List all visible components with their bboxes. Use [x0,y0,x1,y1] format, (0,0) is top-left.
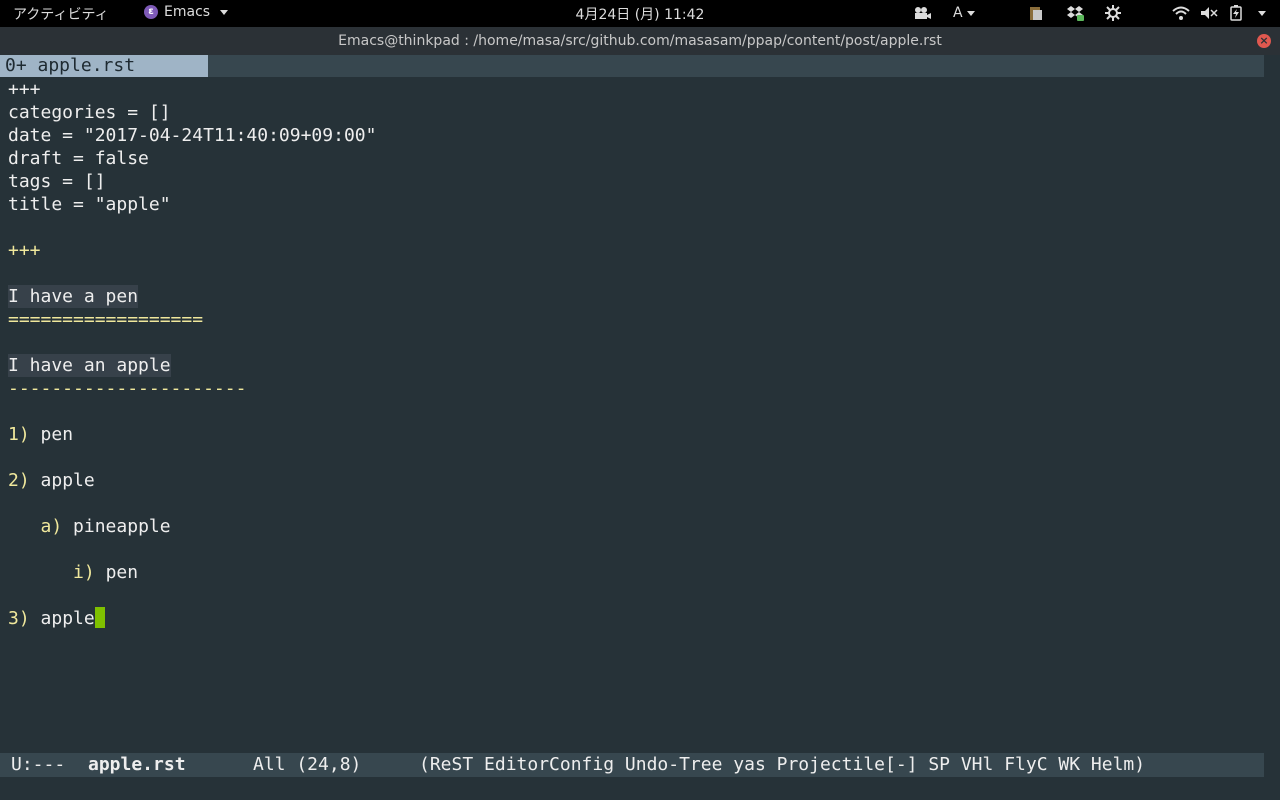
system-menu-chevron-icon[interactable] [1254,4,1266,22]
battery-charging-icon[interactable] [1229,4,1243,22]
tab-bar: 0+ apple.rst [0,55,1264,77]
list-text: apple [40,608,95,629]
list-text: pen [105,562,139,583]
list-marker: a) [40,516,63,537]
section-title: I have a pen [8,285,139,308]
text-cursor [94,607,105,628]
chevron-down-icon [966,10,975,16]
buffer-line: tags = [] [8,171,106,192]
subsection-title: I have an apple [8,354,171,377]
window-titlebar[interactable]: Emacs@thinkpad : /home/masa/src/github.c… [0,27,1280,55]
list-text: pen [40,424,74,445]
dropbox-icon[interactable] [1066,4,1084,22]
wifi-icon[interactable] [1172,4,1190,22]
buffer-line: +++ [8,79,41,100]
minibuffer[interactable] [0,777,1280,800]
buffer-line: date = "2017-04-24T11:40:09+09:00" [8,125,377,146]
puzzle-settings-icon[interactable] [1104,4,1122,22]
list-item: 1) pen [8,423,73,446]
list-marker: i) [73,562,95,583]
list-marker: 3) [8,608,30,629]
modeline-buffer-name[interactable]: apple.rst [88,753,186,777]
close-icon[interactable]: × [1257,34,1271,48]
modeline-status: U:--- [11,754,66,775]
app-menu[interactable]: ε Emacs [144,4,229,20]
mode-line: U:--- apple.rst All (24,8) (ReST EditorConf… [0,753,1264,777]
volume-muted-icon[interactable] [1200,4,1218,22]
list-marker: 2) [8,470,30,491]
list-marker: 1) [8,424,30,445]
gnome-top-bar: アクティビティ ε Emacs 4月24日 (月) 11:42 A [0,0,1280,27]
scrollbar[interactable] [1264,55,1280,753]
clipboard-icon[interactable] [1028,4,1044,22]
tab-apple-rst[interactable]: 0+ apple.rst [0,55,208,77]
editor-buffer[interactable]: +++ categories = [] date = "2017-04-24T1… [0,78,1264,753]
modeline-modes[interactable]: (ReST EditorConfig Undo-Tree yas Project… [419,753,1145,777]
modeline-position: All (24,8) [253,754,362,775]
buffer-line: title = "apple" [8,194,171,215]
input-method-label: A [953,5,963,21]
buffer-line: +++ [8,240,41,261]
app-menu-label: Emacs [164,4,211,20]
subsection-underline: ---------------------- [8,378,247,399]
input-method-menu[interactable]: A [953,4,975,22]
list-item: i) pen [8,561,138,584]
emacs-logo-icon: ε [144,5,158,19]
list-item: a) pineapple [8,515,171,538]
list-text: apple [40,470,95,491]
buffer-line: categories = [] [8,102,171,123]
list-text: pineapple [73,516,171,537]
list-item: 3) apple [8,607,105,630]
section-underline: ================== [8,309,204,330]
clock[interactable]: 4月24日 (月) 11:42 [576,7,705,23]
window-title: Emacs@thinkpad : /home/masa/src/github.c… [338,33,942,49]
list-item: 2) apple [8,469,95,492]
activities-button[interactable]: アクティビティ [13,4,109,24]
video-camera-icon[interactable] [913,4,931,22]
buffer-line: draft = false [8,148,149,169]
chevron-down-icon [220,9,229,15]
